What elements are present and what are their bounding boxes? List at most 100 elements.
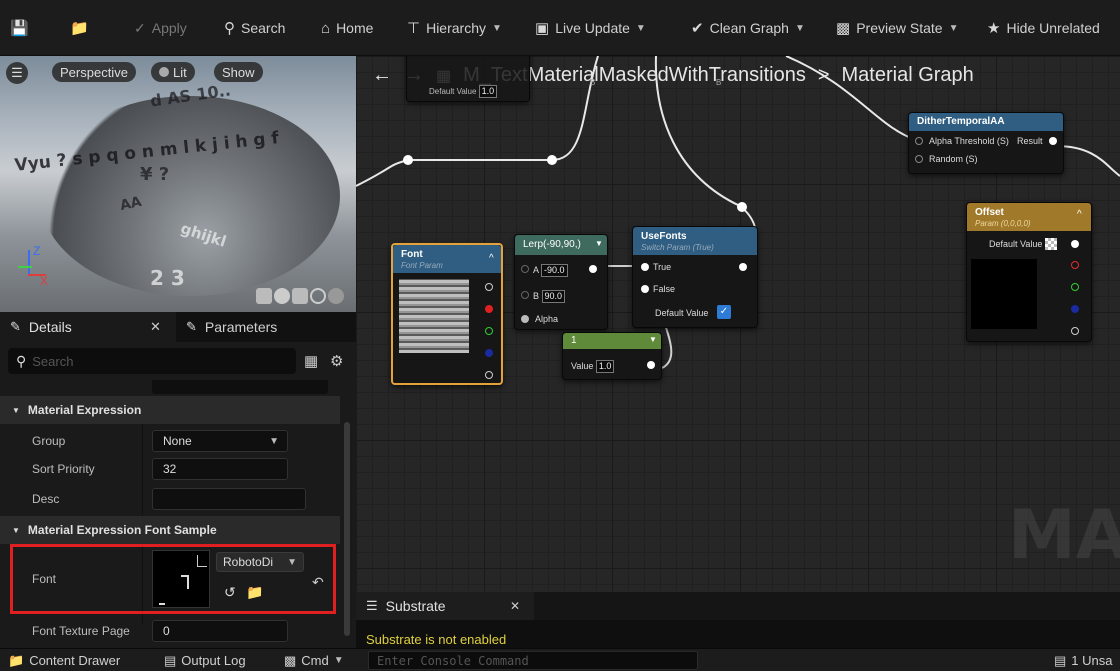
- constant-output-pin[interactable]: [647, 361, 655, 369]
- font-asset-dropdown[interactable]: RobotoDi ▼: [216, 552, 304, 572]
- perspective-button[interactable]: Perspective: [52, 62, 136, 82]
- live-update-button[interactable]: ▣ Live Update ▼: [535, 18, 646, 38]
- broom-icon: ✔: [691, 20, 704, 37]
- tab-substrate[interactable]: ☰ Substrate ✕: [356, 592, 534, 620]
- font-texture-page-field[interactable]: 0: [152, 620, 288, 642]
- color-swatch-icon[interactable]: [1045, 238, 1057, 250]
- apply-button[interactable]: ✓ Apply: [134, 18, 187, 38]
- font-g-pin[interactable]: [485, 327, 493, 335]
- collapse-chevron-icon[interactable]: ^: [489, 253, 494, 264]
- top-param-node[interactable]: Default Value 1.0: [406, 56, 530, 102]
- output-log-button[interactable]: ▤ Output Log: [164, 652, 246, 669]
- cube-preview-icon[interactable]: [310, 288, 326, 304]
- constant-node[interactable]: 1 ▼ Value 1.0: [562, 332, 662, 380]
- preview-state-button[interactable]: ▩ Preview State ▼: [836, 18, 958, 38]
- content-drawer-button[interactable]: 📁 Content Drawer: [8, 652, 120, 669]
- usefonts-switch-node[interactable]: UseFonts Switch Param (True) True False …: [632, 226, 758, 328]
- offset-output-pin[interactable]: [1071, 240, 1079, 248]
- material-graph-canvas[interactable]: ← → ▦ M_TextMaterialMaskedWithTransition…: [356, 56, 1120, 648]
- top-node-default-value[interactable]: 1.0: [478, 85, 498, 98]
- dither-result-label: Result: [1017, 136, 1043, 146]
- settings-gear-icon[interactable]: ⚙: [330, 352, 343, 370]
- lerp-a-pin[interactable]: [521, 265, 529, 273]
- font-thumbnail[interactable]: [152, 550, 210, 608]
- font-param-node[interactable]: Font Font Param ^: [391, 243, 503, 385]
- dither-temporal-aa-node[interactable]: DitherTemporalAA Alpha Threshold (S) Res…: [908, 112, 1064, 174]
- reroute-node-3[interactable]: [737, 202, 747, 212]
- usefonts-output-pin[interactable]: [739, 263, 747, 271]
- lerp-a-value[interactable]: -90.0: [541, 264, 568, 277]
- usefonts-default-checkbox[interactable]: ✓: [717, 305, 731, 319]
- reset-to-default-icon[interactable]: ↶: [312, 574, 324, 591]
- previous-field-remnant: [152, 380, 328, 394]
- offset-b-pin[interactable]: [1071, 305, 1079, 313]
- cmd-button[interactable]: ▩ Cmd ▼: [284, 652, 344, 669]
- reroute-node-2[interactable]: [547, 155, 557, 165]
- dither-random-pin[interactable]: [915, 155, 923, 163]
- custom-mesh-icon[interactable]: [328, 288, 344, 304]
- output-log-label: Output Log: [181, 653, 246, 668]
- section-font-sample[interactable]: ▼ Material Expression Font Sample: [0, 516, 340, 544]
- console-command-input[interactable]: Enter Console Command: [368, 651, 698, 670]
- folder-icon: 📁: [70, 20, 89, 37]
- browse-folder-icon[interactable]: 📁: [246, 584, 263, 601]
- pencil-icon: ✎: [186, 319, 197, 334]
- tab-parameters[interactable]: ✎ Parameters: [180, 312, 350, 342]
- save-button[interactable]: 💾: [10, 18, 29, 38]
- dither-result-pin[interactable]: [1049, 137, 1057, 145]
- lerp-b-pin[interactable]: [521, 291, 529, 299]
- offset-a-pin[interactable]: [1071, 327, 1079, 335]
- chevron-down-icon[interactable]: ▼: [649, 335, 657, 344]
- use-selected-icon[interactable]: ↺: [224, 584, 236, 601]
- sphere-preview-icon[interactable]: [274, 288, 290, 304]
- usefonts-true-pin[interactable]: [641, 263, 649, 271]
- cylinder-preview-icon[interactable]: [256, 288, 272, 304]
- tab-details[interactable]: ✎ Details ✕: [0, 312, 176, 342]
- axis-z-label: Z: [33, 244, 41, 258]
- breadcrumb-graph[interactable]: Material Graph: [842, 64, 974, 87]
- unsaved-button[interactable]: ▤ 1 Unsa: [1054, 652, 1113, 669]
- lerp-alpha-pin[interactable]: [521, 315, 529, 323]
- lit-button[interactable]: Lit: [151, 62, 195, 82]
- section-material-expression[interactable]: ▼ Material Expression: [0, 396, 340, 424]
- font-r-pin[interactable]: [485, 305, 493, 313]
- offset-param-node[interactable]: Offset Param (0,0,0,0) ^ Default Value: [966, 202, 1092, 342]
- group-dropdown[interactable]: None ▼: [152, 430, 288, 452]
- browse-button[interactable]: 📁: [70, 18, 89, 38]
- clean-graph-button[interactable]: ✔ Clean Graph ▼: [691, 18, 805, 38]
- plane-preview-icon[interactable]: [292, 288, 308, 304]
- preview-viewport[interactable]: d AS 10.. Vyu ? s p q o n m l k j i h g …: [0, 56, 356, 312]
- search-button[interactable]: ⚲ Search: [224, 18, 285, 38]
- offset-g-pin[interactable]: [1071, 283, 1079, 291]
- home-button[interactable]: ⌂ Home: [321, 18, 373, 38]
- lerp-b-value[interactable]: 90.0: [541, 290, 566, 303]
- lerp-node[interactable]: Lerp(-90,90,) ▼ A -90.0 B 90.0 Alpha: [514, 234, 608, 330]
- show-button[interactable]: Show: [214, 62, 263, 82]
- viewport-menu-button[interactable]: ☰: [6, 62, 28, 84]
- hierarchy-button[interactable]: ⊤ Hierarchy ▼: [407, 18, 502, 38]
- sort-priority-field[interactable]: 32: [152, 458, 288, 480]
- font-a-pin[interactable]: [485, 371, 493, 379]
- close-icon[interactable]: ✕: [510, 599, 520, 613]
- dither-alpha-label: Alpha Threshold (S): [929, 136, 1009, 146]
- font-rgb-pin[interactable]: [485, 283, 493, 291]
- close-icon[interactable]: ✕: [150, 319, 161, 335]
- table-view-icon[interactable]: ▦: [304, 352, 318, 370]
- reroute-node-1[interactable]: [403, 155, 413, 165]
- font-label: Font: [32, 572, 57, 586]
- show-label: Show: [222, 64, 255, 80]
- constant-value[interactable]: 1.0: [595, 360, 615, 373]
- collapse-chevron-icon[interactable]: ^: [1077, 209, 1082, 220]
- desc-field[interactable]: [152, 488, 306, 510]
- back-arrow-icon[interactable]: ←: [372, 64, 392, 87]
- usefonts-false-pin[interactable]: [641, 285, 649, 293]
- details-search-input[interactable]: ⚲ Search: [8, 348, 296, 374]
- hide-unrelated-button[interactable]: ★ Hide Unrelated: [987, 18, 1100, 38]
- details-scrollbar[interactable]: [344, 422, 350, 636]
- chevron-down-icon: ▼: [635, 22, 646, 34]
- offset-r-pin[interactable]: [1071, 261, 1079, 269]
- chevron-down-icon[interactable]: ▼: [595, 239, 603, 248]
- dither-alpha-pin[interactable]: [915, 137, 923, 145]
- lerp-output-pin[interactable]: [589, 265, 597, 273]
- font-b-pin[interactable]: [485, 349, 493, 357]
